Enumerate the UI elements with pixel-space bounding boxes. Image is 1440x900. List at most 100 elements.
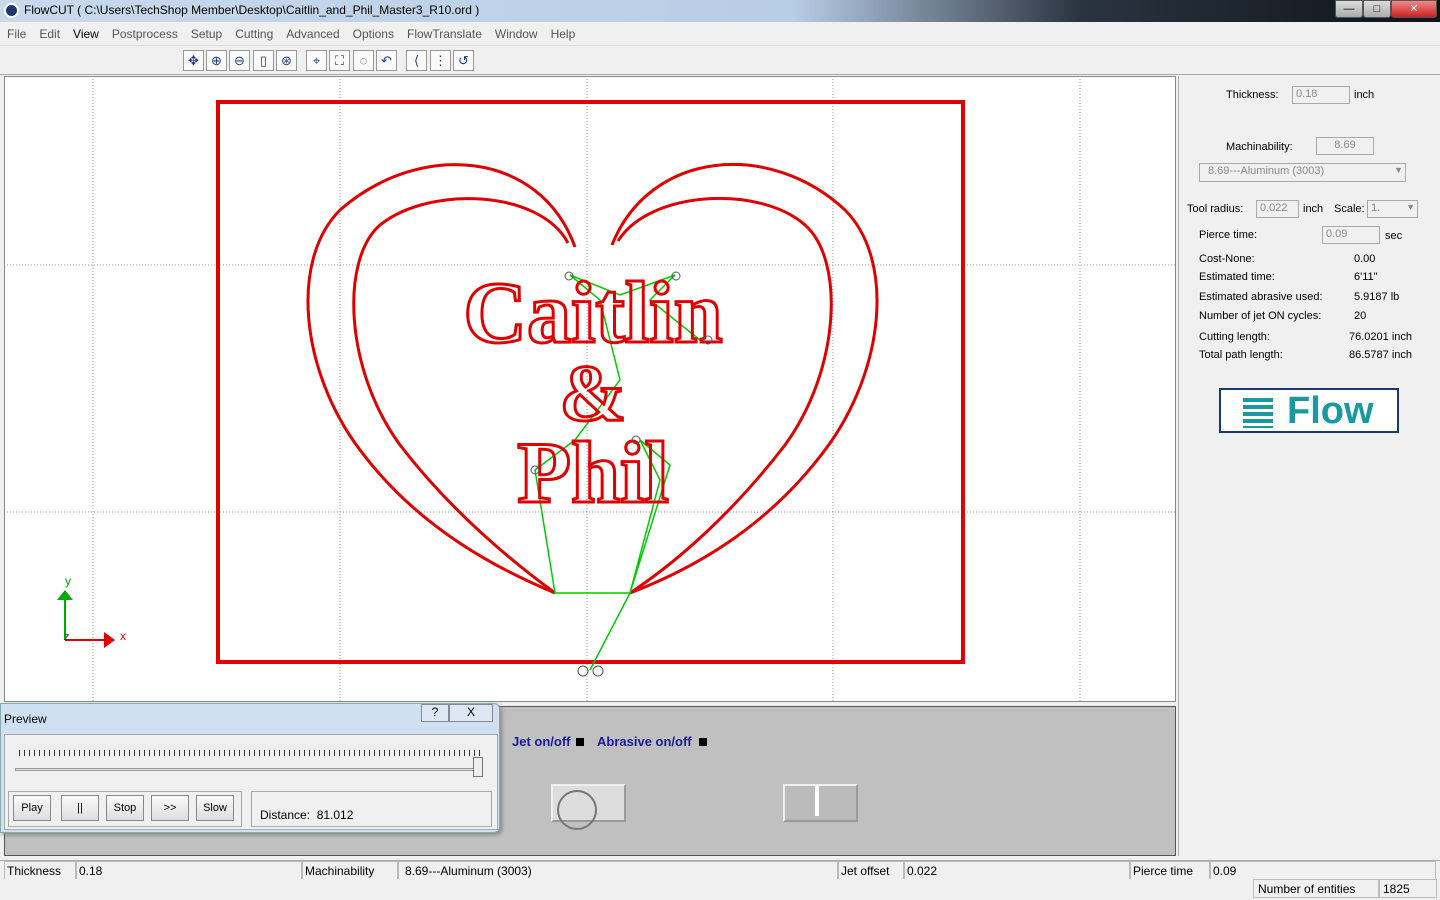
jet-indicator <box>576 738 584 746</box>
zoom-extents-button[interactable]: ⌖ <box>306 50 327 71</box>
nozzle-image-icon <box>783 784 858 822</box>
thickness-unit: inch <box>1354 89 1375 101</box>
tool-radius-field[interactable]: 0.022 <box>1256 200 1299 218</box>
menu-setup[interactable]: Setup <box>184 24 228 41</box>
status-machinability-value: 8.69---Aluminum (3003) <box>398 861 838 880</box>
menu-flowtranslate[interactable]: FlowTranslate <box>400 24 488 41</box>
stat-label: Estimated time: <box>1199 271 1275 283</box>
jet-indicator-label: Jet on/off <box>512 734 571 749</box>
pan-icon: ✥ <box>188 53 199 68</box>
status-machinability-label: Machinability <box>302 861 398 880</box>
zoom-out-icon: ⊖ <box>234 53 245 68</box>
zoom-out-button[interactable]: ⊖ <box>229 50 250 71</box>
pan-button[interactable]: ✥ <box>183 50 204 71</box>
stat-value: 86.5787 inch <box>1349 349 1412 361</box>
machinability-field[interactable]: 8.69 <box>1316 137 1374 155</box>
distance-readout: Distance: 81.012 <box>251 791 492 827</box>
menu-view[interactable]: View <box>66 24 105 41</box>
scale-value: 1. <box>1371 202 1381 214</box>
stat-value: 6'11" <box>1354 271 1378 283</box>
window-title: FlowCUT ( C:\Users\TechShop Member\Deskt… <box>24 3 480 17</box>
close-preview-button[interactable]: X <box>449 704 493 722</box>
grid-button[interactable]: ⋮ <box>430 50 451 71</box>
flow-logo: Flow <box>1219 388 1399 433</box>
preview-title: Preview <box>4 712 47 726</box>
menu-bar: File Edit View Postprocess Setup Cutting Advan… <box>0 24 1440 46</box>
status-thickness-label: Thickness <box>4 861 76 880</box>
status-jet-offset-value: 0.022 <box>904 861 1130 880</box>
axis-indicator: y x z <box>57 574 126 648</box>
fast-forward-button[interactable]: >> <box>151 795 189 821</box>
zoom-window-button[interactable]: ▯ <box>253 50 274 71</box>
zoom-undo-button[interactable]: ↶ <box>376 50 397 71</box>
stat-value: 5.9187 lb <box>1354 291 1400 303</box>
menu-postprocess[interactable]: Postprocess <box>105 24 184 41</box>
axis-z-label: z <box>64 631 70 643</box>
stat-value: 76.0201 inch <box>1349 331 1412 343</box>
app-icon <box>4 3 19 18</box>
flow-logo-icon <box>1243 398 1273 428</box>
close-button[interactable]: ✕ <box>1391 0 1437 18</box>
show-path-icon: ⟨ <box>413 53 420 68</box>
axis-x-label: x <box>120 629 126 643</box>
thickness-field[interactable]: 0.18 <box>1292 86 1350 104</box>
stat-value: 0.00 <box>1354 253 1376 265</box>
menu-window[interactable]: Window <box>488 24 544 41</box>
show-path-button[interactable]: ⟨ <box>406 50 427 71</box>
zoom-all-icon: ⊛ <box>281 53 292 68</box>
menu-help[interactable]: Help <box>544 24 582 41</box>
stat-label: Cost-None: <box>1199 253 1255 265</box>
menu-cutting[interactable]: Cutting <box>228 24 279 41</box>
status-entities-value: 1825 <box>1379 879 1437 898</box>
zoom-previous-icon: ◌ <box>359 53 368 68</box>
zoom-fit-button[interactable]: ⛶ <box>329 50 350 71</box>
progress-slider-track[interactable] <box>15 768 483 771</box>
scale-dropdown[interactable]: 1. ▼ <box>1367 200 1418 218</box>
maximize-button[interactable]: □ <box>1363 0 1391 18</box>
zoom-window-icon: ▯ <box>259 53 268 68</box>
status-pierce-label: Pierce time <box>1130 861 1210 880</box>
grid-icon: ⋮ <box>434 53 447 68</box>
zoom-in-button[interactable]: ⊕ <box>206 50 227 71</box>
status-bar: Thickness 0.18 Machinability 8.69---Alum… <box>0 860 1440 880</box>
status-jet-offset-label: Jet offset <box>838 861 904 880</box>
zoom-all-button[interactable]: ⊛ <box>276 50 297 71</box>
progress-slider-thumb[interactable] <box>473 757 483 777</box>
title-bar: FlowCUT ( C:\Users\TechShop Member\Deskt… <box>0 0 1440 22</box>
status-thickness-value: 0.18 <box>76 861 302 880</box>
pierce-time-field[interactable]: 0.09 <box>1322 226 1380 244</box>
zoom-previous-button[interactable]: ◌ <box>353 50 374 71</box>
status-entities-label: Number of entities <box>1253 879 1379 898</box>
thickness-label: Thickness: <box>1226 89 1279 101</box>
zoom-in-icon: ⊕ <box>211 53 222 68</box>
menu-edit[interactable]: Edit <box>32 24 66 41</box>
abrasive-indicator <box>699 738 707 746</box>
lead-in-button[interactable]: ↺ <box>453 50 474 71</box>
slow-button[interactable]: Slow <box>196 795 234 821</box>
preview-dialog: Preview ? X Play || Stop >> Slow Distanc… <box>0 703 500 833</box>
zoom-extents-icon: ⌖ <box>312 53 321 68</box>
scale-label: Scale: <box>1334 203 1365 215</box>
toolbar: ✥ ⊕ ⊖ ▯ ⊛ ⌖ ⛶ ◌ ↶ ⟨ ⋮ ↺ <box>0 47 1440 75</box>
properties-panel: Thickness: 0.18 inch Machinability: 8.69… <box>1178 76 1440 856</box>
stat-label: Estimated abrasive used: <box>1199 291 1323 303</box>
axis-y-label: y <box>65 574 71 588</box>
stop-button[interactable]: Stop <box>106 795 144 821</box>
minimize-button[interactable]: — <box>1335 0 1363 18</box>
help-button[interactable]: ? <box>421 704 449 722</box>
flow-logo-text: Flow <box>1287 390 1374 432</box>
part-text-caitlin: Caitlin <box>463 265 722 362</box>
stat-value: 20 <box>1354 310 1367 322</box>
part-text-phil: Phil <box>517 425 669 522</box>
menu-options[interactable]: Options <box>346 24 400 41</box>
menu-advanced[interactable]: Advanced <box>279 24 345 41</box>
menu-file[interactable]: File <box>0 24 32 41</box>
pause-button[interactable]: || <box>61 795 99 821</box>
play-button[interactable]: Play <box>13 795 51 821</box>
stat-label: Number of jet ON cycles: <box>1199 310 1322 322</box>
material-value: 8.69---Aluminum (3003) <box>1208 165 1325 177</box>
chevron-down-icon: ▼ <box>1394 165 1403 175</box>
drawing-canvas[interactable]: Caitlin & Phil y x z <box>4 76 1176 702</box>
material-dropdown[interactable]: 8.69---Aluminum (3003) ▼ <box>1199 163 1406 182</box>
stat-label: Total path length: <box>1199 349 1283 361</box>
